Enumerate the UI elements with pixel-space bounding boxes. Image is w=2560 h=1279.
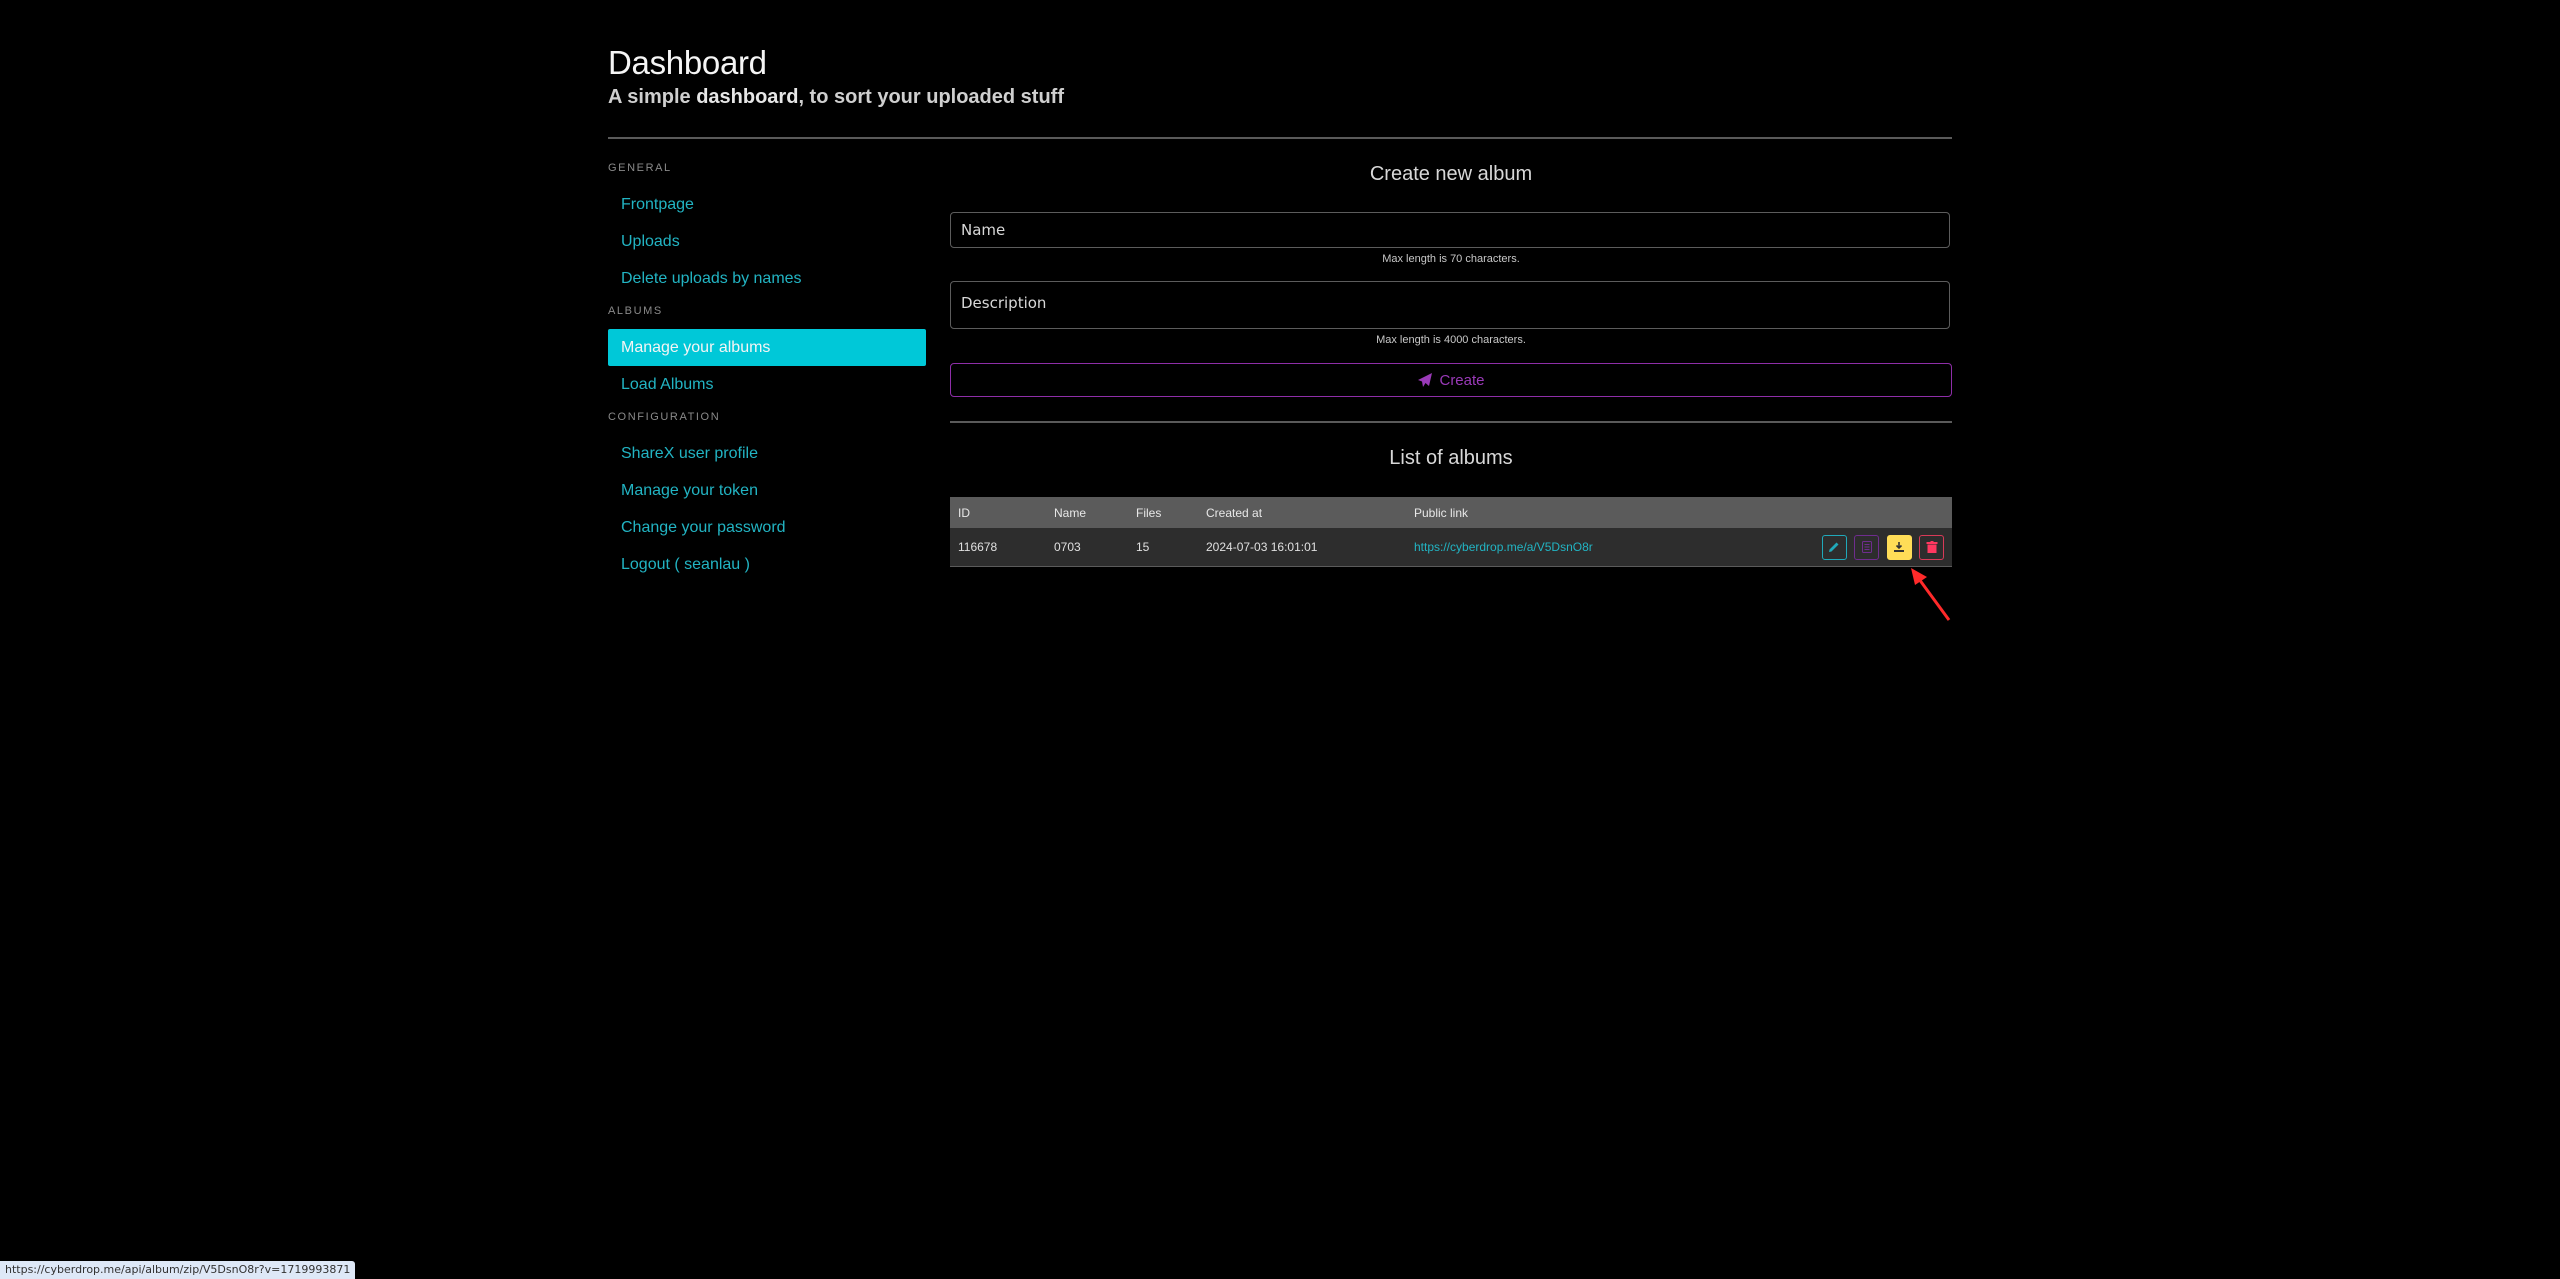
table-header-row: ID Name Files Created at Public link xyxy=(950,497,1952,528)
sidebar-item-logout[interactable]: Logout ( seanlau ) xyxy=(608,546,926,583)
sidebar-item-change-password[interactable]: Change your password xyxy=(608,509,926,546)
album-created-at: 2024-07-03 16:01:01 xyxy=(1198,528,1406,567)
sidebar-item-manage-albums[interactable]: Manage your albums xyxy=(608,329,926,366)
column-header-files: Files xyxy=(1128,497,1198,528)
view-files-button[interactable] xyxy=(1854,534,1880,560)
description-help-text: Max length is 4000 characters. xyxy=(1376,334,1526,346)
column-header-created-at: Created at xyxy=(1198,497,1406,528)
edit-album-button[interactable] xyxy=(1821,534,1847,560)
subtitle-prefix: A simple xyxy=(608,86,697,108)
name-help-text: Max length is 70 characters. xyxy=(1382,253,1520,265)
paper-plane-icon xyxy=(1418,373,1433,387)
create-button-label: Create xyxy=(1439,371,1485,389)
album-name: 0703 xyxy=(1046,528,1128,567)
album-description-input[interactable] xyxy=(951,282,1949,328)
annotation-arrow-icon xyxy=(1911,568,1951,621)
create-album-title: Create new album xyxy=(1369,163,1533,185)
menu-group-configuration: Configuration ShareX user profile Manage… xyxy=(608,409,926,583)
menu-label-configuration: Configuration xyxy=(608,411,721,423)
list-icon xyxy=(1861,541,1872,553)
menu-group-albums: Albums Manage your albums Load Albums xyxy=(608,303,926,403)
menu-group-general: General Frontpage Uploads Delete uploads… xyxy=(608,160,926,297)
column-header-name: Name xyxy=(1046,497,1128,528)
album-public-link[interactable]: https://cyberdrop.me/a/V5DsnO8r xyxy=(1414,540,1593,554)
sidebar-item-uploads[interactable]: Uploads xyxy=(608,223,926,260)
sidebar-item-frontpage[interactable]: Frontpage xyxy=(608,186,926,223)
page-title: Dashboard xyxy=(608,44,767,81)
trash-icon xyxy=(1926,541,1937,553)
column-header-public-link: Public link xyxy=(1406,497,1717,528)
pencil-icon xyxy=(1829,542,1839,552)
header-divider xyxy=(608,137,1952,139)
sidebar-item-load-albums[interactable]: Load Albums xyxy=(608,366,926,403)
delete-album-button[interactable] xyxy=(1919,534,1944,560)
album-id: 116678 xyxy=(950,528,1046,567)
subtitle-bold: dashboard xyxy=(696,86,799,108)
page-subtitle: A simple dashboard, to sort your uploade… xyxy=(608,86,1064,109)
column-header-id: ID xyxy=(950,497,1046,528)
table-row: 116678 0703 15 2024-07-03 16:01:01 https… xyxy=(950,528,1952,567)
sidebar-item-manage-token[interactable]: Manage your token xyxy=(608,472,926,509)
status-bar-url: https://cyberdrop.me/api/album/zip/V5Dsn… xyxy=(0,1261,356,1279)
album-name-field xyxy=(950,212,1950,248)
menu-label-general: General xyxy=(608,162,672,174)
album-name-input[interactable] xyxy=(951,213,1949,247)
menu-label-albums: Albums xyxy=(608,305,663,317)
download-album-button[interactable] xyxy=(1886,534,1912,560)
sidebar-item-sharex-profile[interactable]: ShareX user profile xyxy=(608,435,926,472)
albums-table: ID Name Files Created at Public link 116… xyxy=(950,497,1952,567)
section-divider xyxy=(950,421,1952,423)
create-album-button[interactable]: Create xyxy=(950,363,1952,397)
albums-list-title: List of albums xyxy=(1389,447,1513,469)
sidebar-menu: General Frontpage Uploads Delete uploads… xyxy=(608,160,926,583)
column-header-actions xyxy=(1716,497,1952,528)
sidebar-item-delete-uploads-by-names[interactable]: Delete uploads by names xyxy=(608,260,926,297)
album-actions xyxy=(1716,528,1952,567)
album-description-field xyxy=(950,281,1950,329)
download-icon xyxy=(1894,542,1905,552)
subtitle-suffix: , to sort your uploaded stuff xyxy=(798,86,1064,108)
album-files-count: 15 xyxy=(1128,528,1198,567)
